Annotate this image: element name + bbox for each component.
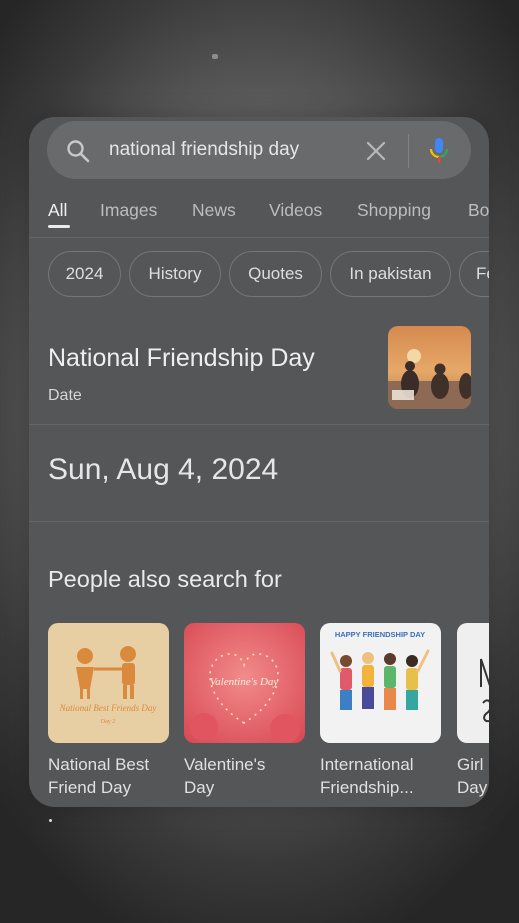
microphone-icon[interactable]	[428, 137, 450, 165]
related-label: National Best Friend Day	[48, 755, 150, 797]
entity-title[interactable]: National Friendship Day	[48, 344, 315, 373]
related-card-international-friendship-day[interactable]: HAPPY FRIENDSHIP DAY International Frien…	[320, 623, 441, 799]
chip-quotes[interactable]: Quotes	[229, 251, 322, 297]
search-bar[interactable]: national friendship day	[47, 121, 471, 179]
related-image: HAPPY FRIENDSHIP DAY	[320, 623, 441, 743]
tab-shopping[interactable]: Shopping	[357, 200, 431, 221]
background-dot	[49, 819, 52, 822]
related-image-text: National Best Friends Day	[59, 703, 157, 713]
people-also-search-title: People also search for	[48, 566, 282, 592]
related-card-valentines-day[interactable]: Valentine's Day Valentine's Day	[184, 623, 305, 799]
chip-fe[interactable]: Fe	[459, 251, 489, 297]
related-card-national-best-friend-day[interactable]: National Best Friends Day Day 2 National…	[48, 623, 169, 799]
active-tab-indicator	[48, 225, 70, 228]
related-image-text: Valentine's Day	[210, 676, 279, 688]
related-image: Valentine's Day	[184, 623, 305, 743]
search-icon	[67, 140, 90, 163]
tab-all[interactable]: All	[48, 200, 67, 221]
section-divider	[29, 521, 489, 522]
search-divider	[408, 134, 409, 168]
related-image-text: HAPPY FRIENDSHIP DAY	[335, 630, 425, 639]
close-icon[interactable]	[365, 140, 387, 162]
related-label: Valentine's Day	[184, 755, 266, 797]
answer-date: Sun, Aug 4, 2024	[48, 453, 279, 486]
chip-history[interactable]: History	[129, 251, 221, 297]
tab-news[interactable]: News	[192, 200, 236, 221]
search-results-card: national friendship day All Images News …	[29, 117, 489, 807]
related-label: International Friendship...	[320, 755, 414, 797]
tab-books[interactable]: Bo	[468, 200, 489, 221]
entity-thumbnail[interactable]	[388, 326, 471, 409]
tab-videos[interactable]: Videos	[269, 200, 322, 221]
tab-images[interactable]: Images	[100, 200, 157, 221]
chip-2024[interactable]: 2024	[48, 251, 121, 297]
section-divider	[29, 424, 489, 425]
refinement-chips: 2024 History Quotes In pakistan Fe	[29, 251, 489, 297]
tabs-divider	[29, 237, 489, 238]
related-image-subtext: Day 2	[101, 719, 116, 725]
search-tabs: All Images News Videos Shopping Bo	[29, 197, 489, 237]
related-image: National Best Friends Day Day 2	[48, 623, 169, 743]
related-image	[457, 623, 489, 743]
entity-subtitle: Date	[48, 387, 82, 404]
background-speck	[212, 54, 218, 59]
chip-in-pakistan[interactable]: In pakistan	[330, 251, 451, 297]
search-input[interactable]: national friendship day	[109, 139, 299, 161]
related-card-girlfriend-day[interactable]: Girl Day	[457, 623, 489, 799]
related-label: Girl Day	[457, 755, 488, 797]
